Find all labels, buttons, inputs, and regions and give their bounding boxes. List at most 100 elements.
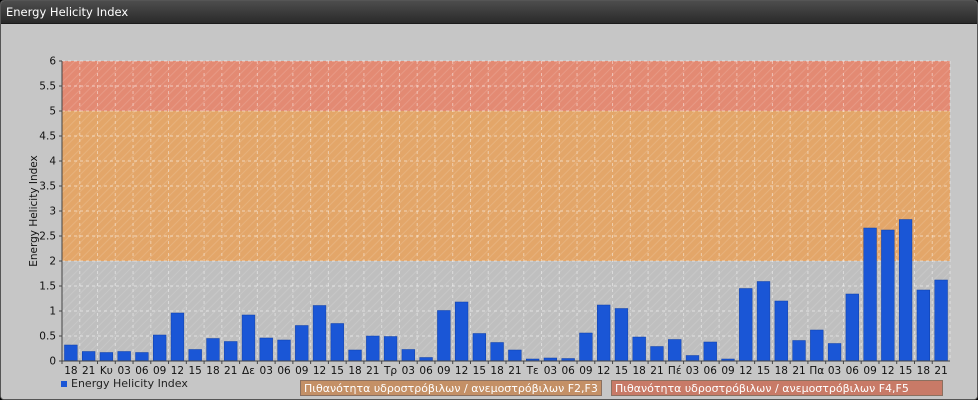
bar-33 (650, 346, 664, 362)
x-tick-label: 09 (579, 365, 592, 377)
x-tick-label: 06 (419, 365, 433, 377)
bar-20 (419, 357, 433, 362)
bar-18 (383, 336, 398, 362)
bar-38 (739, 288, 753, 362)
x-tick-label: 18 (775, 365, 788, 377)
bar-31 (614, 308, 629, 362)
bar-0 (64, 344, 78, 362)
x-tick-label: 03 (828, 365, 841, 377)
x-tick-label: 21 (82, 365, 95, 377)
bar-2 (99, 352, 114, 362)
y-tick-label: 4 (49, 156, 56, 168)
x-tick-label: 18 (490, 365, 503, 377)
x-tick-label: 12 (597, 365, 610, 377)
legend-band-f4f5-label: Πιθανότητα υδροστρόβιλων / ανεμοστρόβιλω… (615, 382, 909, 395)
bar-32 (632, 336, 646, 362)
x-tick-label: 06 (135, 365, 149, 377)
x-tick-label: Πα (809, 365, 824, 377)
x-tick-label: 18 (348, 365, 361, 377)
y-tick-label: 0.5 (39, 331, 56, 343)
bar-1 (81, 351, 96, 362)
bar-15 (330, 323, 344, 362)
legend-series-swatch (61, 381, 67, 387)
x-tick-label: Κυ (100, 365, 113, 377)
bar-5 (153, 334, 167, 362)
bar-12 (277, 339, 291, 362)
bar-23 (472, 333, 487, 362)
x-tick-label: 09 (437, 365, 450, 377)
x-tick-label: Τε (526, 365, 539, 377)
x-tick-label: 12 (739, 365, 752, 377)
y-tick-label: 3 (49, 206, 56, 218)
x-tick-label: 09 (863, 365, 876, 377)
x-tick-label: 18 (917, 365, 930, 377)
bar-22 (454, 301, 469, 362)
x-tick-label: 21 (934, 365, 947, 377)
x-tick-label: Τρ (383, 365, 397, 377)
bar-13 (295, 325, 309, 362)
y-tick-label: 4.5 (39, 131, 56, 143)
x-tick-label: 03 (117, 365, 130, 377)
legend-band-f2f3-label: Πιθανότητα υδροστρόβιλων / ανεμοστρόβιλω… (304, 382, 598, 395)
x-tick-label: 15 (331, 365, 344, 377)
x-tick-label: 15 (757, 365, 770, 377)
bar-7 (188, 349, 202, 362)
title-bar: Energy Helicity Index (1, 1, 977, 24)
bar-19 (401, 349, 415, 362)
x-tick-label: 12 (171, 365, 184, 377)
x-tick-label: 09 (153, 365, 166, 377)
bar-29 (579, 332, 593, 362)
bar-49 (934, 279, 948, 362)
x-tick-label: 21 (650, 365, 663, 377)
x-tick-label: 15 (473, 365, 486, 377)
x-tick-label: 06 (704, 365, 718, 377)
bar-46 (881, 229, 895, 362)
legend-series-label: Energy Helicity Index (71, 377, 188, 390)
plot-area: 0 0.5 1 1.5 2 2.5 3 3.5 4 4.5 5 5.5 6 18 21 Κυ 03 06 09 12… (1, 24, 977, 399)
x-tick-label: 21 (508, 365, 521, 377)
y-tick-label: 0 (49, 356, 56, 368)
bar-30 (597, 304, 611, 362)
bar-42 (810, 329, 824, 362)
legend-band-f4f5: Πιθανότητα υδροστρόβιλων / ανεμοστρόβιλω… (611, 380, 943, 396)
x-tick-label: 21 (792, 365, 805, 377)
x-tick-label: Δε (242, 365, 255, 377)
x-tick-label: 18 (64, 365, 77, 377)
y-tick-label: 2.5 (39, 231, 56, 243)
bar-43 (827, 343, 842, 362)
bar-9 (224, 341, 238, 362)
x-tick-label: 06 (277, 365, 291, 377)
y-tick-label: 6 (49, 56, 56, 68)
bar-36 (703, 341, 717, 362)
x-tick-label: 09 (295, 365, 308, 377)
y-tick-label: 5 (49, 106, 56, 118)
x-tick-label: 12 (455, 365, 468, 377)
x-tick-label: 06 (846, 365, 860, 377)
bar-10 (241, 314, 256, 362)
legend-band-f2f3: Πιθανότητα υδροστρόβιλων / ανεμοστρόβιλω… (300, 380, 602, 396)
legend-series: Energy Helicity Index (61, 377, 188, 390)
bar-4 (135, 352, 149, 362)
x-tick-label: 12 (881, 365, 894, 377)
window-title: Energy Helicity Index (6, 5, 129, 19)
x-tick-label: 18 (206, 365, 219, 377)
bar-44 (845, 293, 859, 362)
x-tick-label: Πέ (668, 365, 682, 377)
bar-24 (490, 342, 504, 362)
bar-48 (916, 289, 931, 362)
x-tick-label: 21 (224, 365, 237, 377)
bar-40 (774, 300, 788, 362)
y-tick-label: 1 (49, 306, 56, 318)
x-tick-label: 12 (313, 365, 326, 377)
bar-6 (170, 312, 185, 362)
x-tick-label: 06 (561, 365, 575, 377)
bar-39 (756, 281, 771, 362)
bar-47 (898, 219, 913, 362)
x-tick-label: 09 (721, 365, 734, 377)
x-tick-label: 15 (615, 365, 628, 377)
x-tick-label: 03 (402, 365, 415, 377)
bar-41 (792, 340, 806, 362)
x-tick-label: 15 (899, 365, 912, 377)
bar-17 (366, 335, 380, 362)
bar-8 (206, 338, 220, 362)
